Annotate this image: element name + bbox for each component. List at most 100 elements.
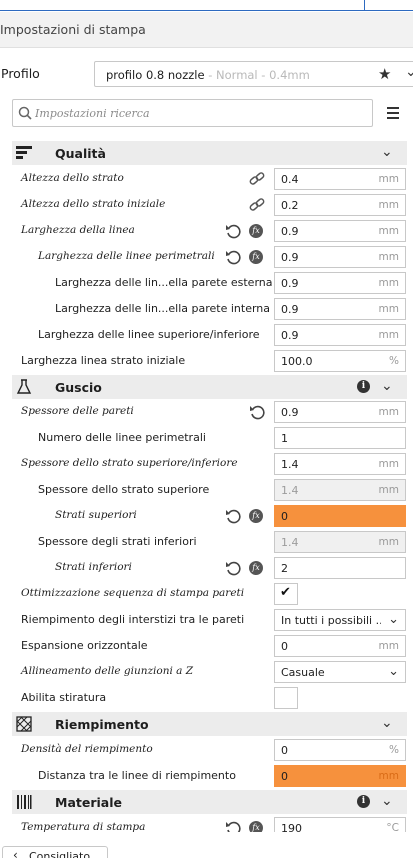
- category-material[interactable]: Materiale i ⌄: [12, 790, 407, 814]
- setting-top-bottom-width[interactable]: Larghezza delle linee superiore/inferior…: [12, 323, 407, 349]
- setting-wall-line-width[interactable]: Larghezza delle linee perimetrali fx 0.9…: [12, 245, 407, 271]
- setting-input[interactable]: 0.9 mm: [274, 246, 406, 268]
- chevron-down-icon[interactable]: ⌄: [381, 378, 393, 394]
- profile-label: Profilo: [1, 66, 40, 81]
- setting-wall-thickness[interactable]: Spessore delle pareti 0.9 mm: [12, 400, 407, 426]
- setting-input[interactable]: 2: [274, 557, 406, 579]
- settings-panel[interactable]: Qualità ⌄ Altezza dello strato 0.4 mm Alt…: [12, 140, 407, 832]
- setting-value: 0.9: [281, 251, 299, 264]
- setting-input[interactable]: 1: [274, 427, 406, 449]
- setting-label: Strati inferiori: [55, 561, 132, 573]
- top-strip-tick: [364, 0, 365, 11]
- function-icon[interactable]: fx: [249, 224, 263, 238]
- setting-fill-gaps[interactable]: Riempimento degli interstizi tra le pare…: [12, 608, 407, 634]
- setting-dropdown[interactable]: In tutti i possibili ... ⌄: [274, 609, 406, 631]
- reset-arrow-icon[interactable]: [249, 404, 265, 420]
- function-icon[interactable]: fx: [249, 250, 263, 264]
- search-input[interactable]: [35, 104, 365, 122]
- reset-arrow-icon[interactable]: [225, 223, 241, 239]
- setting-input[interactable]: 1.4 mm: [274, 531, 406, 553]
- link-chain-icon[interactable]: [249, 197, 265, 213]
- setting-label: Larghezza della linea: [21, 224, 135, 236]
- setting-unit: mm: [378, 303, 399, 315]
- star-icon[interactable]: ★: [378, 65, 391, 83]
- setting-label: Densità del riempimento: [21, 743, 153, 755]
- setting-input[interactable]: 0.4 mm: [274, 168, 406, 190]
- setting-dropdown[interactable]: Casuale ⌄: [274, 661, 406, 683]
- info-icon[interactable]: i: [357, 380, 370, 393]
- setting-top-layers[interactable]: Strati superiori fx 0: [12, 504, 407, 530]
- setting-top-thickness[interactable]: Spessore dello strato superiore 1.4 mm: [12, 478, 407, 504]
- setting-value: 1.4: [281, 536, 299, 549]
- link-chain-icon[interactable]: [249, 171, 265, 187]
- setting-checkbox[interactable]: ✔: [274, 583, 298, 605]
- setting-infill-density[interactable]: Densità del riempimento 0%: [12, 738, 407, 764]
- setting-value: 0: [281, 510, 288, 523]
- chevron-down-icon[interactable]: ⌄: [381, 793, 393, 809]
- setting-outer-wall-width[interactable]: Larghezza delle lin...ella parete estern…: [12, 271, 407, 297]
- setting-input[interactable]: 0.9 mm: [274, 220, 406, 242]
- function-icon[interactable]: fx: [249, 821, 263, 832]
- setting-unit: mm: [378, 484, 399, 496]
- search-box[interactable]: [12, 99, 373, 127]
- chevron-down-icon[interactable]: ⌄: [381, 715, 393, 731]
- setting-input[interactable]: 0%: [274, 739, 406, 761]
- reset-arrow-icon[interactable]: [225, 508, 241, 524]
- setting-value: 1: [281, 432, 288, 445]
- setting-input[interactable]: 0 mm: [274, 765, 406, 787]
- setting-horizontal-expansion[interactable]: Espansione orizzontale 0 mm: [12, 634, 407, 660]
- setting-ironing[interactable]: Abilita stiratura: [12, 686, 407, 712]
- category-infill-label: Riempimento: [55, 717, 149, 732]
- setting-value: 0.9: [281, 406, 299, 419]
- reset-arrow-icon[interactable]: [225, 820, 241, 832]
- setting-value: 0.9: [281, 303, 299, 316]
- setting-checkbox[interactable]: [274, 687, 298, 709]
- setting-initial-line-width[interactable]: Larghezza linea strato iniziale 100.0%: [12, 349, 407, 375]
- setting-label: Ottimizzazione sequenza di stampa pareti: [21, 587, 245, 599]
- setting-input[interactable]: 100.0%: [274, 350, 406, 372]
- function-icon[interactable]: fx: [249, 509, 263, 523]
- category-shell[interactable]: Guscio i ⌄: [12, 375, 407, 399]
- setting-bottom-thickness[interactable]: Spessore degli strati inferiori 1.4 mm: [12, 530, 407, 556]
- setting-top-bottom-thickness[interactable]: Spessore dello strato superiore/inferior…: [12, 452, 407, 478]
- setting-initial-layer-height[interactable]: Altezza dello strato iniziale 0.2 mm: [12, 193, 407, 219]
- setting-infill-line-distance[interactable]: Distanza tra le linee di riempimento 0 mm: [12, 764, 407, 790]
- profile-select[interactable]: profilo 0.8 nozzle - Normal - 0.4mm ★ ⌄: [94, 61, 413, 87]
- setting-input[interactable]: 0.9 mm: [274, 401, 406, 423]
- setting-input[interactable]: 0.9 mm: [274, 272, 406, 294]
- setting-input[interactable]: 0: [274, 505, 406, 527]
- setting-value: 0: [281, 640, 288, 653]
- setting-bottom-layers[interactable]: Strati inferiori fx 2: [12, 556, 407, 582]
- panel-title: Impostazioni di stampa: [0, 22, 146, 37]
- settings-menu-button[interactable]: [383, 104, 403, 122]
- function-icon[interactable]: fx: [249, 561, 263, 575]
- setting-input[interactable]: 0.9 mm: [274, 324, 406, 346]
- setting-input[interactable]: 1.4 mm: [274, 479, 406, 501]
- setting-layer-height[interactable]: Altezza dello strato 0.4 mm: [12, 167, 407, 193]
- setting-z-seam[interactable]: Allineamento delle giunzioni a Z Casuale…: [12, 660, 407, 686]
- category-quality[interactable]: Qualità ⌄: [12, 141, 407, 165]
- info-icon[interactable]: i: [357, 795, 370, 808]
- setting-print-temp[interactable]: Temperatura di stampa fx 190 °C: [12, 816, 407, 832]
- setting-input[interactable]: 0 mm: [274, 635, 406, 657]
- profile-name: profilo 0.8 nozzle - Normal - 0.4mm: [106, 68, 310, 82]
- setting-input[interactable]: 1.4 mm: [274, 453, 406, 475]
- setting-input[interactable]: 0.2 mm: [274, 194, 406, 216]
- setting-unit: mm: [378, 225, 399, 237]
- category-infill[interactable]: Riempimento ⌄: [12, 712, 407, 736]
- setting-unit: %: [389, 744, 399, 756]
- setting-line-width[interactable]: Larghezza della linea fx 0.9 mm: [12, 219, 407, 245]
- chevron-down-icon[interactable]: ⌄: [381, 144, 393, 160]
- setting-input[interactable]: 0.9 mm: [274, 298, 406, 320]
- setting-value: 0: [281, 770, 288, 783]
- setting-input[interactable]: 190 °C: [274, 817, 406, 832]
- setting-wall-count[interactable]: Numero delle linee perimetrali 1: [12, 426, 407, 452]
- setting-inner-wall-width[interactable]: Larghezza delle lin...ella parete intern…: [12, 297, 407, 323]
- setting-value: In tutti i possibili ...: [281, 614, 381, 627]
- reset-arrow-icon[interactable]: [225, 560, 241, 576]
- recommended-button[interactable]: ‹ Consigliato: [2, 846, 108, 858]
- setting-value: 0.2: [281, 199, 299, 212]
- reset-arrow-icon[interactable]: [225, 249, 241, 265]
- chevron-down-icon[interactable]: ⌄: [405, 64, 413, 80]
- setting-optimize-wall-order[interactable]: Ottimizzazione sequenza di stampa pareti…: [12, 582, 407, 608]
